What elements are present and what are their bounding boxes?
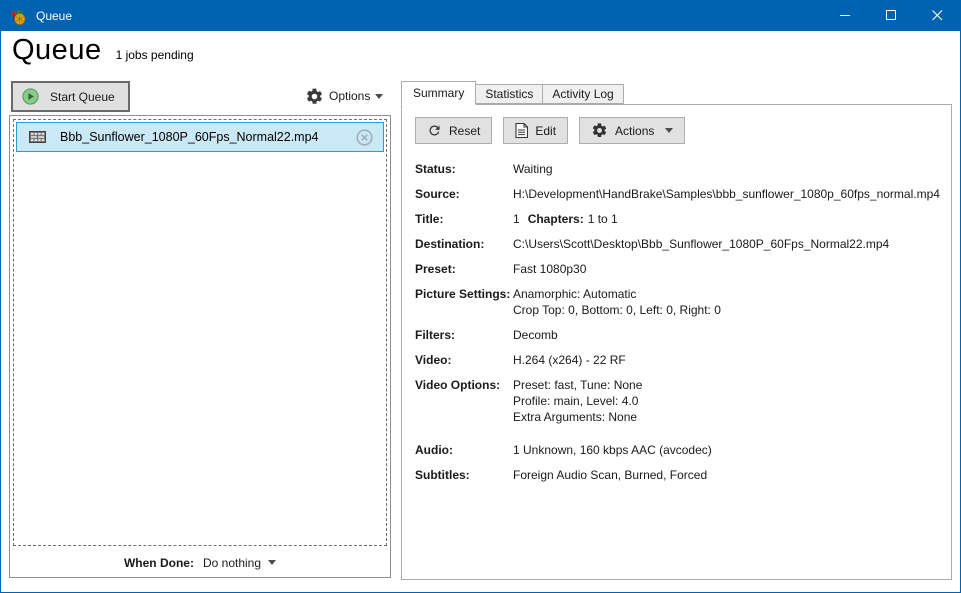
reset-button[interactable]: Reset <box>415 117 492 144</box>
tab-activity-log[interactable]: Activity Log <box>542 84 623 104</box>
edit-button[interactable]: Edit <box>503 117 568 144</box>
summary-fields: Status: Waiting Source: H:\Development\H… <box>415 161 938 483</box>
reset-label: Reset <box>449 124 480 138</box>
source-value: H:\Development\HandBrake\Samples\bbb_sun… <box>513 186 940 202</box>
summary-row-video-options: Video Options: Preset: fast, Tune: None … <box>415 377 938 425</box>
page-header: Queue 1 jobs pending <box>12 34 194 67</box>
summary-row-source: Source: H:\Development\HandBrake\Samples… <box>415 186 938 202</box>
summary-panel: Reset Edit Actions <box>401 104 952 580</box>
actions-label: Actions <box>615 124 654 138</box>
jobs-pending-count: 1 jobs pending <box>116 48 194 62</box>
summary-row-picture-settings: Picture Settings: Anamorphic: Automatic … <box>415 286 938 318</box>
options-dropdown[interactable]: Options <box>305 84 383 108</box>
destination-value: C:\Users\Scott\Desktop\Bbb_Sunflower_108… <box>513 236 889 252</box>
summary-row-video: Video: H.264 (x264) - 22 RF <box>415 352 938 368</box>
chapters-label: Chapters: <box>528 212 584 226</box>
queue-item[interactable]: Bbb_Sunflower_1080P_60Fps_Normal22.mp4 <box>16 122 384 152</box>
chapters-value: 1 to 1 <box>588 212 618 226</box>
video-options-line3: Extra Arguments: None <box>513 409 642 425</box>
gear-icon <box>591 122 608 139</box>
refresh-icon <box>427 123 442 138</box>
when-done-label: When Done: <box>124 556 194 570</box>
summary-row-audio: Audio: 1 Unknown, 160 kbps AAC (avcodec) <box>415 442 938 458</box>
queue-item-filename: Bbb_Sunflower_1080P_60Fps_Normal22.mp4 <box>60 130 342 144</box>
tab-statistics[interactable]: Statistics <box>475 84 543 104</box>
summary-toolbar: Reset Edit Actions <box>415 117 938 144</box>
window-controls <box>822 0 960 31</box>
chevron-down-icon <box>665 128 673 133</box>
status-value: Waiting <box>513 161 553 177</box>
summary-row-filters: Filters: Decomb <box>415 327 938 343</box>
subtitles-value: Foreign Audio Scan, Burned, Forced <box>513 467 707 483</box>
chevron-down-icon <box>268 560 276 565</box>
queue-window: Queue Queue 1 jobs pending Start Queue <box>0 0 961 593</box>
queue-list[interactable]: Bbb_Sunflower_1080P_60Fps_Normal22.mp4 <box>13 119 387 546</box>
actions-dropdown-button[interactable]: Actions <box>579 117 685 144</box>
summary-row-status: Status: Waiting <box>415 161 938 177</box>
when-done-value: Do nothing <box>203 556 261 570</box>
tab-bar: Summary Statistics Activity Log <box>401 81 623 104</box>
handbrake-logo-icon <box>10 7 28 25</box>
summary-row-destination: Destination: C:\Users\Scott\Desktop\Bbb_… <box>415 236 938 252</box>
title-value: 1 <box>513 212 520 226</box>
start-queue-label: Start Queue <box>50 90 115 104</box>
remove-item-icon[interactable] <box>356 129 373 146</box>
page-title: Queue <box>12 34 102 67</box>
edit-label: Edit <box>535 124 556 138</box>
preset-value: Fast 1080p30 <box>513 261 586 277</box>
titlebar: Queue <box>1 0 960 31</box>
summary-row-subtitles: Subtitles: Foreign Audio Scan, Burned, F… <box>415 467 938 483</box>
queue-panel: Bbb_Sunflower_1080P_60Fps_Normal22.mp4 W… <box>9 115 391 578</box>
minimize-button[interactable] <box>822 0 868 31</box>
chevron-down-icon <box>375 94 383 99</box>
summary-row-title: Title: 1Chapters:1 to 1 <box>415 211 938 227</box>
maximize-button[interactable] <box>868 0 914 31</box>
close-button[interactable] <box>914 0 960 31</box>
picture-settings-line1: Anamorphic: Automatic <box>513 286 721 302</box>
gear-icon <box>305 87 324 106</box>
window-title: Queue <box>36 9 72 23</box>
film-strip-icon <box>29 131 46 143</box>
summary-row-preset: Preset: Fast 1080p30 <box>415 261 938 277</box>
picture-settings-line2: Crop Top: 0, Bottom: 0, Left: 0, Right: … <box>513 302 721 318</box>
audio-value: 1 Unknown, 160 kbps AAC (avcodec) <box>513 442 712 458</box>
tab-summary[interactable]: Summary <box>401 81 476 105</box>
when-done-row: When Done: Do nothing <box>13 548 387 577</box>
filters-value: Decomb <box>513 327 558 343</box>
start-queue-button[interactable]: Start Queue <box>11 81 130 112</box>
document-icon <box>515 123 528 138</box>
video-options-line2: Profile: main, Level: 4.0 <box>513 393 642 409</box>
when-done-dropdown[interactable]: Do nothing <box>203 556 276 570</box>
play-icon <box>22 88 39 105</box>
options-label: Options <box>329 89 370 103</box>
video-value: H.264 (x264) - 22 RF <box>513 352 626 368</box>
video-options-line1: Preset: fast, Tune: None <box>513 377 642 393</box>
